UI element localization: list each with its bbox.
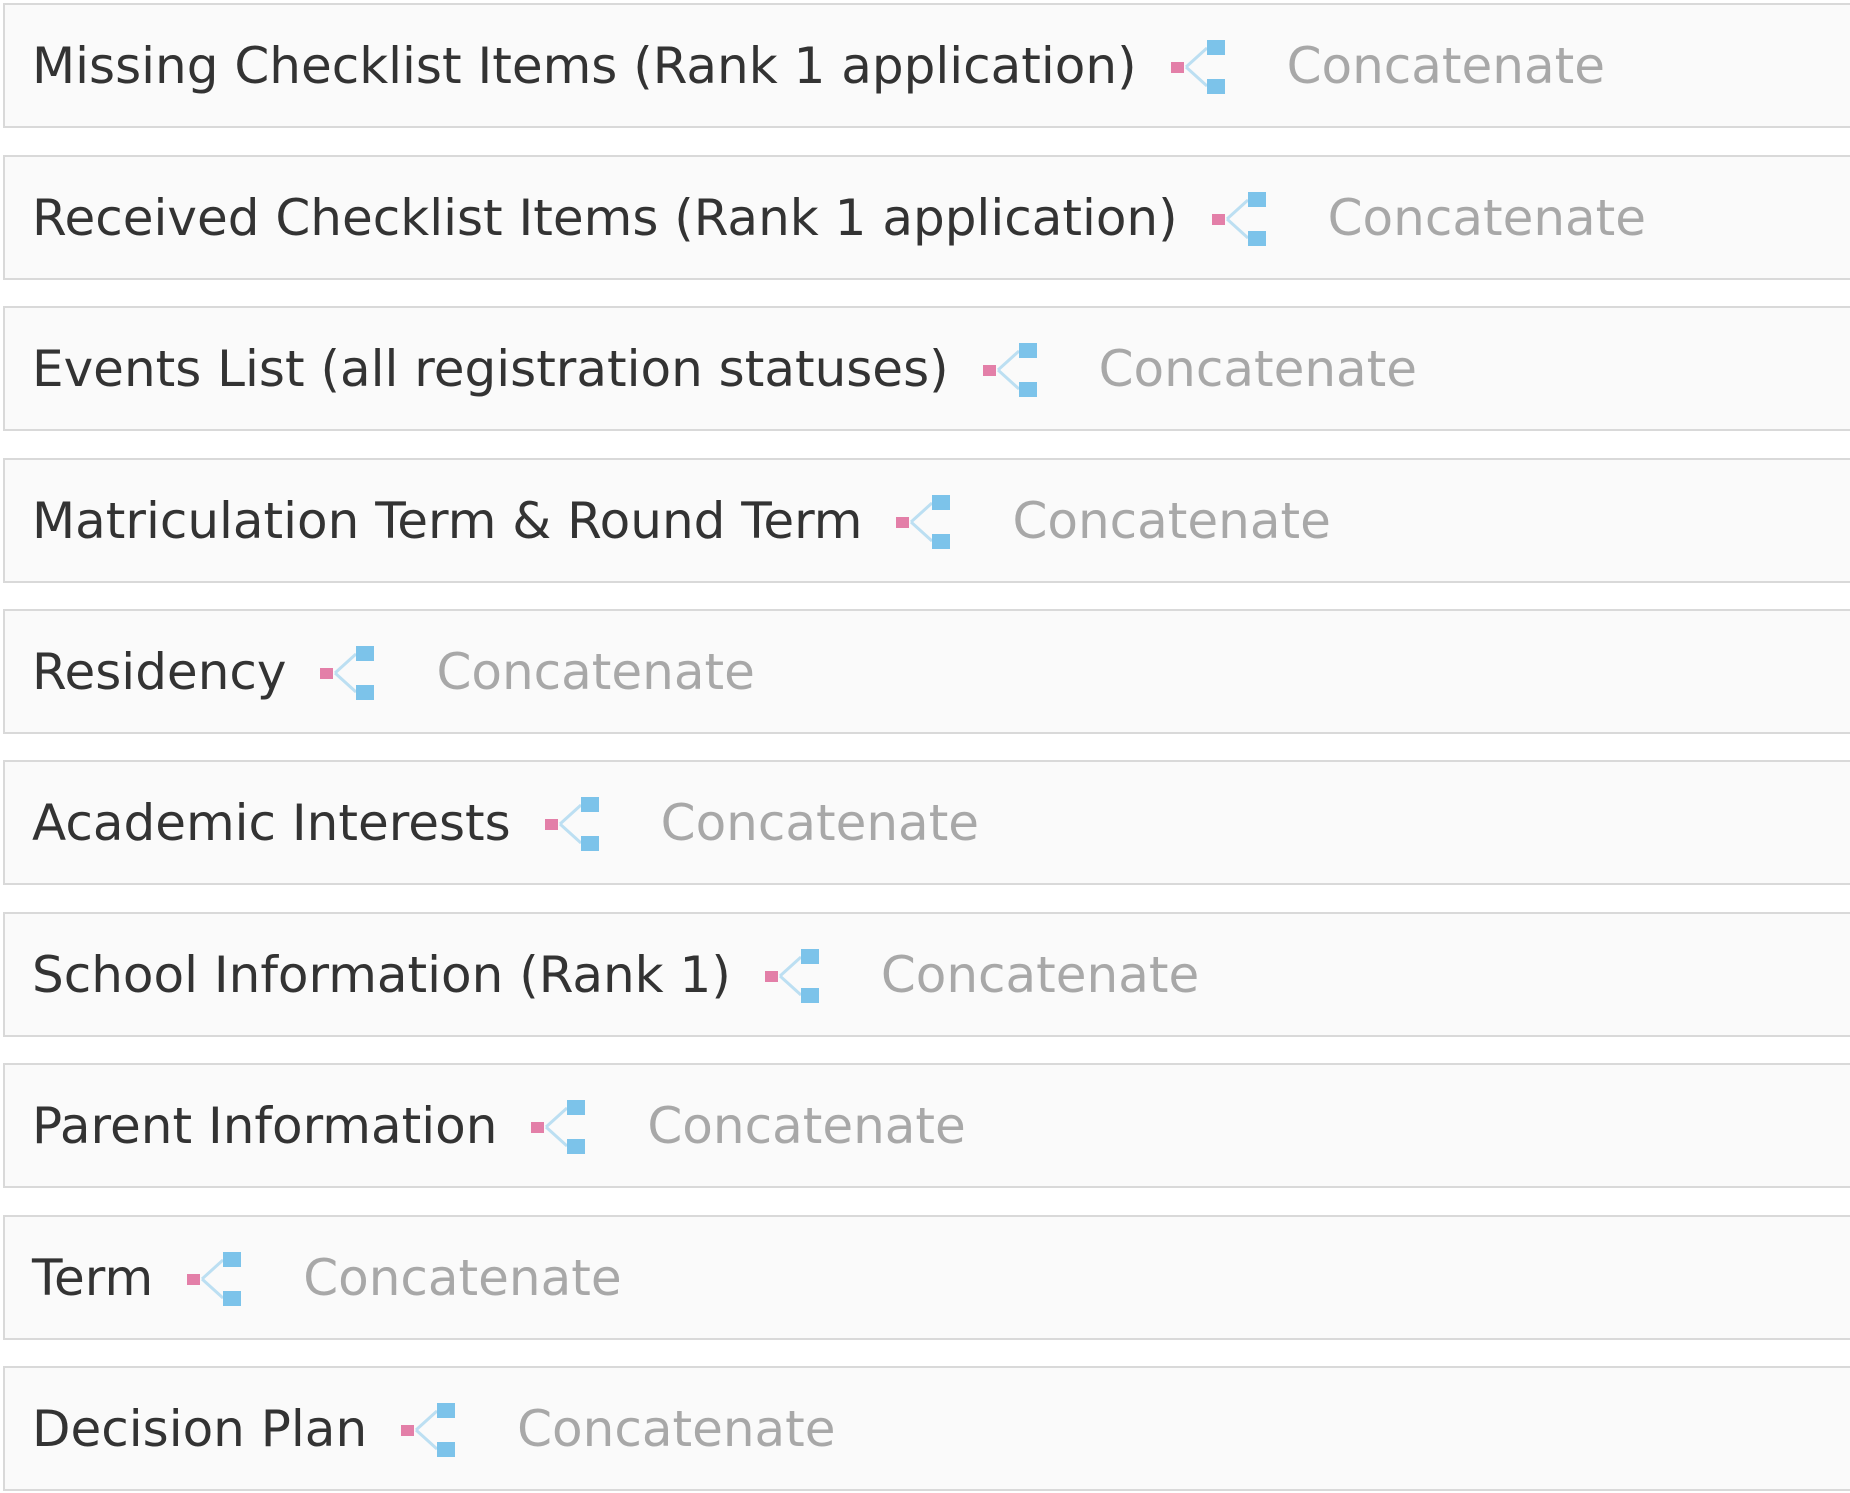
field-name: Academic Interests: [32, 793, 511, 852]
field-row[interactable]: School Information (Rank 1) Concatenate: [3, 912, 1850, 1037]
field-row[interactable]: Missing Checklist Items (Rank 1 applicat…: [3, 3, 1850, 128]
transform-icon[interactable]: [763, 945, 823, 1005]
field-name: Residency: [32, 642, 287, 701]
field-row[interactable]: Decision Plan Concatenate: [3, 1366, 1850, 1491]
field-row[interactable]: Received Checklist Items (Rank 1 applica…: [3, 155, 1850, 280]
function-label: Concatenate: [880, 945, 1200, 1004]
field-row[interactable]: Residency Concatenate: [3, 609, 1850, 734]
field-name: Matriculation Term & Round Term: [32, 491, 863, 550]
transform-icon[interactable]: [318, 642, 378, 702]
function-label: Concatenate: [1098, 339, 1418, 398]
field-row[interactable]: Term Concatenate: [3, 1215, 1850, 1340]
transform-icon[interactable]: [529, 1096, 589, 1156]
field-name: Events List (all registration statuses): [32, 339, 949, 398]
field-row[interactable]: Parent Information Concatenate: [3, 1063, 1850, 1188]
field-name: Missing Checklist Items (Rank 1 applicat…: [32, 36, 1137, 95]
function-label: Concatenate: [436, 642, 755, 701]
field-name: School Information (Rank 1): [32, 945, 731, 1004]
transform-icon[interactable]: [399, 1399, 459, 1459]
transform-icon[interactable]: [981, 339, 1041, 399]
field-row[interactable]: Events List (all registration statuses) …: [3, 306, 1850, 431]
function-label: Concatenate: [517, 1399, 836, 1458]
function-label: Concatenate: [647, 1096, 966, 1155]
function-label: Concatenate: [1327, 188, 1647, 247]
function-label: Concatenate: [1286, 36, 1605, 95]
transform-icon[interactable]: [1169, 36, 1229, 96]
transform-icon[interactable]: [894, 491, 954, 551]
field-name: Decision Plan: [32, 1399, 368, 1458]
field-name: Received Checklist Items (Rank 1 applica…: [32, 188, 1178, 247]
field-name: Parent Information: [32, 1096, 498, 1155]
function-label: Concatenate: [303, 1248, 622, 1307]
field-name: Term: [32, 1248, 154, 1307]
transform-icon[interactable]: [185, 1248, 245, 1308]
function-label: Concatenate: [660, 793, 980, 852]
field-row[interactable]: Academic Interests Concatenate: [3, 760, 1850, 885]
transform-icon[interactable]: [543, 793, 603, 853]
field-row[interactable]: Matriculation Term & Round Term Concaten…: [3, 458, 1850, 583]
transform-icon[interactable]: [1210, 188, 1270, 248]
function-label: Concatenate: [1012, 491, 1331, 550]
